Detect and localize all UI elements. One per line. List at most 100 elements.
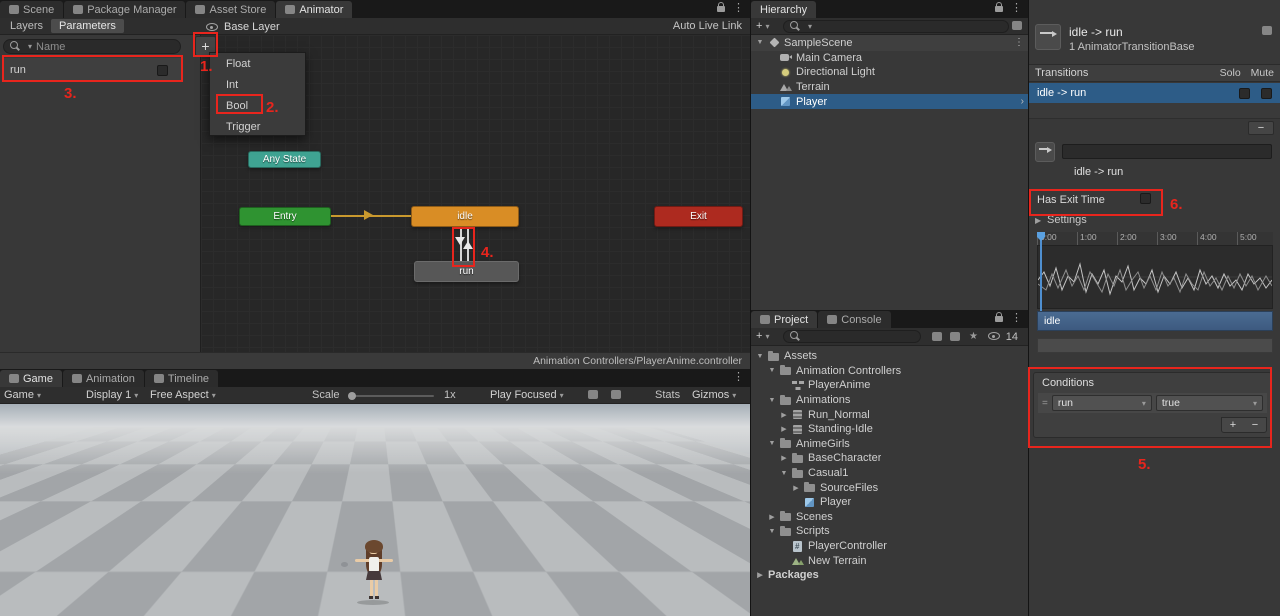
tab-game[interactable]: Game [0,370,62,387]
tree-row-sourcefiles[interactable]: ▶SourceFiles [751,480,1028,495]
tree-row-samplescene[interactable]: ▼SampleScene⋮ [751,35,1028,51]
parameters-tab[interactable]: Parameters [51,19,124,33]
remove-condition-button[interactable]: − [1244,418,1266,432]
lock-icon[interactable] [995,6,1003,12]
state-entry[interactable]: Entry [239,207,331,226]
search-filter-caret-icon[interactable]: ▾ [808,22,812,31]
remove-transition-button[interactable]: − [1248,121,1274,135]
hierarchy-search-input[interactable]: ▾ [783,20,1009,33]
menu-item-trigger[interactable]: Trigger [210,116,305,137]
state-run[interactable]: run [414,261,519,282]
tree-row-assets[interactable]: ▼Assets [751,349,1028,364]
foldout-closed-icon[interactable]: ▶ [779,425,789,433]
tab-package-manager[interactable]: Package Manager [64,1,185,18]
tree-row-animegirls[interactable]: ▼AnimeGirls [751,437,1028,452]
state-idle[interactable]: idle [411,206,519,227]
condition-value-dropdown[interactable]: true▾ [1156,395,1263,411]
foldout-open-icon[interactable]: ▼ [767,397,777,404]
timeline-clip-next[interactable] [1037,338,1273,353]
foldout-open-icon[interactable]: ▼ [767,528,777,535]
hierarchy-create-button[interactable]: +▾ [756,20,769,32]
transition-name-field[interactable] [1062,144,1272,159]
tab-hierarchy[interactable]: Hierarchy [751,1,816,18]
search-by-type-icon[interactable] [932,332,942,341]
menu-item-int[interactable]: Int [210,74,305,95]
foldout-closed-icon[interactable]: ▶ [779,411,789,419]
settings-foldout-icon[interactable]: ▶ [1035,216,1041,225]
auto-live-link-button[interactable]: Auto Live Link [673,20,742,32]
scale-slider-knob[interactable] [348,392,356,400]
tree-row-scripts[interactable]: ▼Scripts [751,524,1028,539]
scale-slider[interactable] [348,395,434,397]
tab-scene[interactable]: Scene [0,1,63,18]
gizmos-dropdown[interactable]: Gizmos▾ [692,389,736,401]
add-condition-button[interactable]: + [1222,418,1244,432]
tree-row-casual1[interactable]: ▼Casual1 [751,466,1028,481]
prefab-open-chevron-icon[interactable]: › [1021,96,1024,107]
foldout-open-icon[interactable]: ▼ [755,39,765,46]
hidden-packages-eye-icon[interactable] [988,332,1000,340]
tree-row-animation-controllers[interactable]: ▼Animation Controllers [751,364,1028,379]
timeline-clip-idle[interactable]: idle [1037,311,1273,331]
aspect-dropdown[interactable]: Free Aspect▾ [150,389,216,401]
foldout-open-icon[interactable]: ▼ [779,470,789,477]
tree-row-directional-light[interactable]: Directional Light [751,65,1028,80]
tab-animation[interactable]: Animation [63,370,144,387]
menu-item-float[interactable]: Float [210,53,305,74]
parameter-search-input[interactable]: ▾ Name [3,39,181,54]
menu-dots-icon[interactable]: ⋮ [733,3,744,14]
stats-button[interactable]: Stats [655,389,680,401]
play-focused-dropdown[interactable]: Play Focused▾ [490,389,564,401]
solo-checkbox[interactable] [1239,88,1250,99]
game-view-mode-dropdown[interactable]: Game▾ [4,389,41,401]
metrics-icon[interactable] [611,390,621,399]
project-create-button[interactable]: +▾ [756,330,769,342]
favorite-star-icon[interactable]: ★ [969,331,978,342]
tree-row-playercontroller[interactable]: PlayerController [751,539,1028,554]
foldout-open-icon[interactable]: ▼ [767,440,777,447]
foldout-closed-icon[interactable]: ▶ [791,484,801,492]
parameter-row-run[interactable]: run [2,58,182,82]
foldout-open-icon[interactable]: ▼ [755,353,765,360]
asset-options-icon[interactable] [1262,26,1272,35]
state-exit[interactable]: Exit [654,206,743,227]
layer-visibility-eye-icon[interactable] [206,23,218,31]
tree-row-playeranime[interactable]: PlayerAnime [751,378,1028,393]
state-any-state[interactable]: Any State [248,151,321,168]
display-dropdown[interactable]: Display 1▾ [86,389,138,401]
layers-tab[interactable]: Layers [2,19,51,33]
tab-animator[interactable]: Animator [276,1,352,18]
tab-project[interactable]: Project [751,311,817,328]
foldout-closed-icon[interactable]: ▶ [755,571,765,579]
mute-audio-icon[interactable] [588,390,598,399]
transition-list-row[interactable]: idle -> run [1029,83,1280,103]
drag-handle-icon[interactable]: = [1042,398,1048,409]
tree-row-scenes[interactable]: ▶Scenes [751,510,1028,525]
lock-icon[interactable] [717,6,725,12]
foldout-closed-icon[interactable]: ▶ [767,513,777,521]
menu-dots-icon[interactable]: ⋮ [1011,313,1022,324]
parameter-run-checkbox[interactable] [157,65,168,76]
row-options-icon[interactable]: ⋮ [1014,37,1024,48]
project-search-input[interactable] [783,330,921,343]
search-by-label-icon[interactable] [950,332,960,341]
mute-checkbox[interactable] [1261,88,1272,99]
transition-timeline[interactable]: 0:001:002:003:004:005:00 idle [1037,232,1273,358]
tree-row-player[interactable]: Player [751,495,1028,510]
tab-asset-store[interactable]: Asset Store [186,1,275,18]
tree-row-player[interactable]: Player› [751,94,1028,109]
tree-row-basecharacter[interactable]: ▶BaseCharacter [751,451,1028,466]
menu-item-bool[interactable]: Bool [210,95,305,116]
tree-row-run-normal[interactable]: ▶Run_Normal [751,407,1028,422]
search-filter-caret-icon[interactable]: ▾ [28,42,32,51]
has-exit-time-checkbox[interactable] [1140,193,1151,204]
tab-console[interactable]: Console [818,311,890,328]
tree-row-main-camera[interactable]: Main Camera [751,51,1028,66]
lock-icon[interactable] [995,316,1003,322]
scene-visibility-icon[interactable] [1012,21,1022,30]
tab-timeline[interactable]: Timeline [145,370,218,387]
tree-row-standing-idle[interactable]: ▶Standing-Idle [751,422,1028,437]
timeline-ruler[interactable]: 0:001:002:003:004:005:00 [1037,232,1273,245]
foldout-open-icon[interactable]: ▼ [767,367,777,374]
menu-dots-icon[interactable]: ⋮ [1011,3,1022,14]
